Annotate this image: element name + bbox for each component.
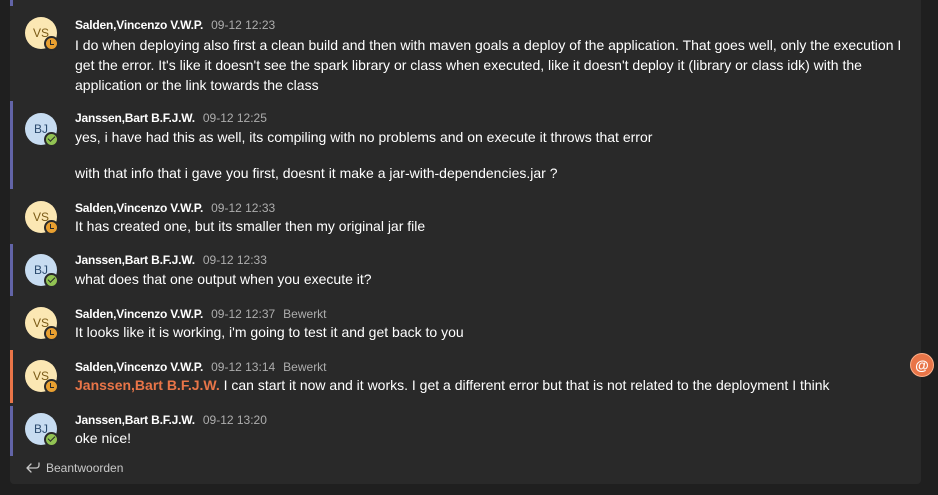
message[interactable]: VS Salden,Vincenzo V.W.P. 09-12 12:33 It …: [10, 196, 921, 240]
message[interactable]: VS Salden,Vincenzo V.W.P. 09-12 13:14 Bewe…: [10, 350, 921, 403]
author-name[interactable]: Janssen,Bart B.F.J.W.: [75, 253, 195, 267]
timestamp: 09-12 12:33: [202, 253, 267, 267]
conversation-thread: VS Salden,Vincenzo V.W.P. 09-12 12:23 I d…: [10, 0, 921, 484]
author-name[interactable]: Salden,Vincenzo V.W.P.: [75, 18, 203, 32]
message[interactable]: VS Salden,Vincenzo V.W.P. 09-12 12:37 Bewe…: [10, 302, 921, 346]
edited-label: Bewerkt: [283, 307, 327, 321]
timestamp: 09-12 12:37: [211, 307, 276, 321]
message-text-content: I can start it now and it works. I get a…: [223, 377, 830, 393]
reply-button[interactable]: Beantwoorden: [26, 460, 123, 476]
author-name[interactable]: Salden,Vincenzo V.W.P.: [75, 360, 203, 374]
message-header: Janssen,Bart B.F.J.W. 09-12 13:20: [75, 412, 267, 428]
message-header: Salden,Vincenzo V.W.P. 09-12 13:14 Bewerkt: [75, 359, 327, 375]
avatar[interactable]: VS: [25, 201, 59, 235]
author-name[interactable]: Janssen,Bart B.F.J.W.: [75, 413, 195, 427]
message-header: Janssen,Bart B.F.J.W. 09-12 12:33: [75, 252, 267, 268]
message-text: I do when deploying also first a clean b…: [75, 37, 902, 93]
avatar[interactable]: BJ: [25, 413, 59, 447]
reply-label: Beantwoorden: [46, 461, 124, 475]
message-header: Salden,Vincenzo V.W.P. 09-12 12:23: [75, 17, 275, 33]
author-name[interactable]: Salden,Vincenzo V.W.P.: [75, 307, 203, 321]
message-body: It has created one, but its smaller then…: [75, 216, 910, 236]
message[interactable]: BJ Janssen,Bart B.F.J.W. 09-12 12:33 what…: [10, 244, 921, 296]
away-status-icon: [44, 326, 59, 341]
message-text: with that info that i gave you first, do…: [75, 165, 558, 181]
away-status-icon: [44, 36, 59, 51]
timestamp: 09-12 13:20: [202, 413, 267, 427]
reply-arrow-icon: [26, 462, 40, 473]
own-message-indicator: [10, 244, 13, 296]
message-text: It has created one, but its smaller then…: [75, 218, 426, 234]
message-header: Salden,Vincenzo V.W.P. 09-12 12:37 Bewerkt: [75, 306, 327, 322]
message-body: oke nice!: [75, 428, 910, 448]
available-status-icon: [44, 273, 59, 288]
mention-indicator: [10, 350, 13, 403]
thread-top-accent: [10, 0, 13, 6]
avatar[interactable]: VS: [25, 360, 59, 394]
timestamp: 09-12 12:23: [211, 18, 276, 32]
own-message-indicator: [10, 406, 13, 456]
message-header: Salden,Vincenzo V.W.P. 09-12 12:33: [75, 200, 275, 216]
author-name[interactable]: Janssen,Bart B.F.J.W.: [75, 111, 195, 125]
message-text: what does that one output when you execu…: [75, 271, 372, 287]
message-text: Janssen,Bart B.F.J.W. I can start it now…: [75, 375, 910, 395]
message-text: oke nice!: [75, 430, 132, 446]
message[interactable]: BJ Janssen,Bart B.F.J.W. 09-12 13:20 oke …: [10, 406, 921, 456]
timestamp: 09-12 13:14: [211, 360, 276, 374]
own-message-indicator: [10, 101, 13, 189]
user-mention[interactable]: Janssen,Bart B.F.J.W.: [75, 377, 220, 393]
timestamp: 09-12 12:33: [211, 201, 276, 215]
message-body: I do when deploying also first a clean b…: [75, 35, 910, 95]
message-text: It looks like it is working, i'm going t…: [75, 324, 464, 340]
message-text: yes, i have had this as well, its compil…: [75, 129, 653, 145]
message-body: what does that one output when you execu…: [75, 269, 910, 289]
away-status-icon: [44, 379, 59, 394]
message-body: yes, i have had this as well, its compil…: [75, 127, 910, 183]
avatar[interactable]: BJ: [25, 113, 59, 147]
mention-badge-icon[interactable]: @: [910, 353, 934, 377]
timestamp: 09-12 12:25: [202, 111, 267, 125]
author-name[interactable]: Salden,Vincenzo V.W.P.: [75, 201, 203, 215]
message-header: Janssen,Bart B.F.J.W. 09-12 12:25: [75, 110, 267, 126]
avatar[interactable]: VS: [25, 17, 59, 51]
message[interactable]: BJ Janssen,Bart B.F.J.W. 09-12 12:25 yes,…: [10, 101, 921, 189]
available-status-icon: [44, 132, 59, 147]
message-body: Janssen,Bart B.F.J.W. I can start it now…: [75, 375, 910, 395]
message[interactable]: VS Salden,Vincenzo V.W.P. 09-12 12:23 I d…: [10, 10, 921, 96]
message-body: It looks like it is working, i'm going t…: [75, 322, 910, 342]
away-status-icon: [44, 220, 59, 235]
avatar[interactable]: VS: [25, 307, 59, 341]
edited-label: Bewerkt: [283, 360, 327, 374]
avatar[interactable]: BJ: [25, 254, 59, 288]
available-status-icon: [44, 432, 59, 447]
